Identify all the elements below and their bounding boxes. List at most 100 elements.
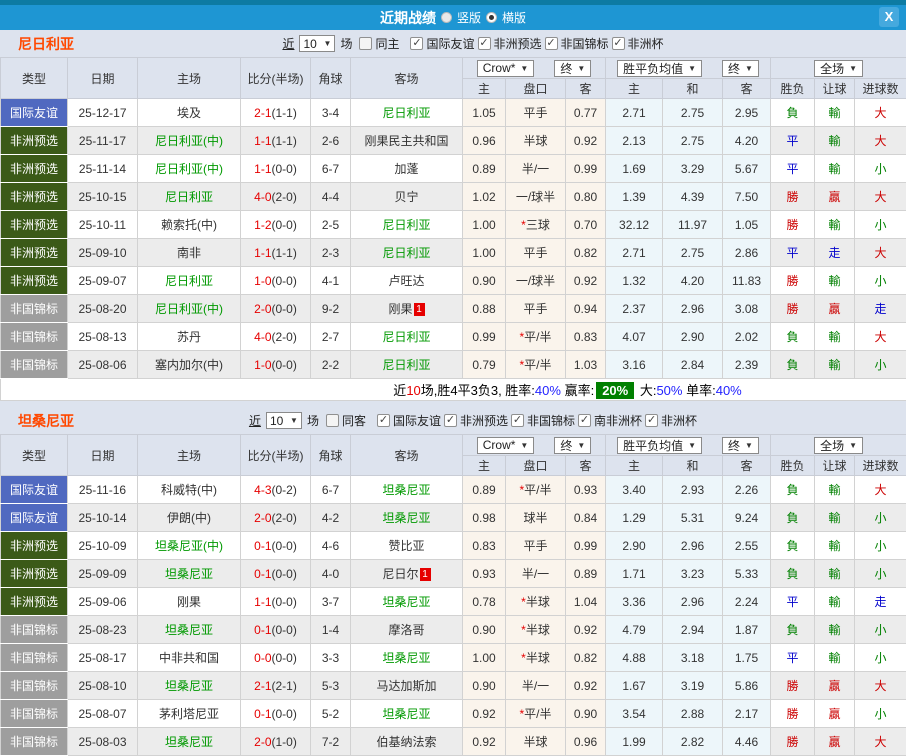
comp-label[interactable]: 非洲预选 <box>494 35 542 52</box>
near-label[interactable]: 近 <box>282 35 294 52</box>
comp-checkbox-championship[interactable] <box>511 414 524 427</box>
horizontal-layout-radio[interactable] <box>486 12 497 23</box>
comp-label[interactable]: 非洲预选 <box>460 412 508 429</box>
comp-checkbox-friendly[interactable] <box>377 414 390 427</box>
handicap-result-cell: 輸 <box>815 504 855 532</box>
half-time-score: (0-0) <box>272 358 297 372</box>
avg-select[interactable]: 胜平负均值▼ <box>617 60 702 77</box>
odds-time-select[interactable]: 终▼ <box>554 437 591 454</box>
avg-away-odds: 2.95 <box>723 99 771 127</box>
competition-type-badge: 非洲预选 <box>1 588 68 616</box>
corner-score: 4-0 <box>311 560 351 588</box>
matches-table-nigeria: 类型 日期 主场 比分(半场) 角球 客场 Crow*▼ 终▼ 胜平负均值▼ 终… <box>0 57 906 401</box>
goals-result-cell: 大 <box>855 127 906 155</box>
horizontal-layout-label[interactable]: 横版 <box>502 9 526 26</box>
handicap-value: 半球 <box>523 134 547 148</box>
away-team-name: 坦桑尼亚 <box>382 511 430 525</box>
sub-header-away-odds: 客 <box>566 456 606 476</box>
match-date: 25-08-03 <box>68 728 138 756</box>
away-team-name: 卢旺达 <box>388 274 424 288</box>
home-team-name: 坦桑尼亚 <box>165 735 213 749</box>
match-row: 非国锦标25-08-20尼日利亚(中)2-0(0-0)9-2刚果10.88平手0… <box>1 295 906 323</box>
col-header-date: 日期 <box>68 58 138 99</box>
comp-checkbox-championship[interactable] <box>545 37 558 50</box>
away-team-name: 贝宁 <box>394 190 418 204</box>
half-time-score: (2-0) <box>272 190 297 204</box>
away-team-cell: 赞比亚 <box>351 532 463 560</box>
close-icon[interactable]: X <box>879 7 899 27</box>
comp-checkbox-qualifier[interactable] <box>444 414 457 427</box>
home-team-name: 南非 <box>177 246 201 260</box>
result-cell: 勝 <box>771 267 815 295</box>
half-time-score: (0-0) <box>272 651 297 665</box>
comp-label[interactable]: 非洲杯 <box>661 412 697 429</box>
comp-checkbox-south-afcon[interactable] <box>578 414 591 427</box>
away-team-name: 加蓬 <box>394 162 418 176</box>
summary-text: 近 <box>393 383 406 398</box>
match-date: 25-10-15 <box>68 183 138 211</box>
period-select[interactable]: 全场▼ <box>814 437 863 454</box>
vertical-layout-label[interactable]: 竖版 <box>457 9 481 26</box>
corner-score: 3-7 <box>311 588 351 616</box>
handicap-value: 平手 <box>523 106 547 120</box>
full-time-score: 4-3 <box>254 483 271 497</box>
comp-label[interactable]: 非洲杯 <box>628 35 664 52</box>
avg-draw-odds: 11.97 <box>663 211 723 239</box>
avg-away-odds: 2.02 <box>723 323 771 351</box>
comp-checkbox-qualifier[interactable] <box>478 37 491 50</box>
home-team-cell: 尼日利亚(中) <box>138 295 241 323</box>
near-label[interactable]: 近 <box>249 412 261 429</box>
handicap-result-cell: 輸 <box>815 267 855 295</box>
away-team-cell: 加蓬 <box>351 155 463 183</box>
competition-type-badge: 非国锦标 <box>1 728 68 756</box>
bookmaker-select[interactable]: Crow*▼ <box>477 60 535 77</box>
half-time-score: (0-0) <box>272 162 297 176</box>
goals-result-cell: 大 <box>855 183 906 211</box>
comp-label[interactable]: 南非洲杯 <box>594 412 642 429</box>
match-row: 非洲预选25-10-15尼日利亚4-0(2-0)4-4贝宁1.02一/球半0.8… <box>1 183 906 211</box>
away-odds: 0.89 <box>566 560 606 588</box>
away-odds: 0.84 <box>566 504 606 532</box>
avg-draw-odds: 3.29 <box>663 155 723 183</box>
comp-checkbox-afcon[interactable] <box>612 37 625 50</box>
avg-time-select[interactable]: 终▼ <box>722 437 759 454</box>
comp-label[interactable]: 国际友谊 <box>426 35 474 52</box>
goals-result-cell: 小 <box>855 211 906 239</box>
goals-result-cell: 大 <box>855 99 906 127</box>
avg-home-odds: 1.69 <box>606 155 663 183</box>
avg-select[interactable]: 胜平负均值▼ <box>617 437 702 454</box>
chevron-down-icon: ▼ <box>520 64 528 73</box>
result-cell: 勝 <box>771 183 815 211</box>
away-odds: 1.03 <box>566 351 606 379</box>
same-home-label[interactable]: 同主 <box>375 35 399 52</box>
avg-time-select[interactable]: 终▼ <box>722 60 759 77</box>
sub-header-result: 胜负 <box>771 79 815 99</box>
team-name-title: 尼日利亚 <box>18 34 74 54</box>
match-count-select[interactable]: 10▼ <box>299 35 335 52</box>
half-time-score: (0-0) <box>272 707 297 721</box>
goals-result-cell: 大 <box>855 239 906 267</box>
away-odds: 0.82 <box>566 644 606 672</box>
comp-checkbox-friendly[interactable] <box>410 37 423 50</box>
match-date: 25-08-07 <box>68 700 138 728</box>
same-away-label[interactable]: 同客 <box>342 412 366 429</box>
sub-header-avg-draw: 和 <box>663 79 723 99</box>
avg-draw-odds: 3.23 <box>663 560 723 588</box>
corner-score: 5-2 <box>311 700 351 728</box>
comp-label[interactable]: 非国锦标 <box>527 412 575 429</box>
comp-checkbox-afcon[interactable] <box>645 414 658 427</box>
odds-time-select[interactable]: 终▼ <box>554 60 591 77</box>
comp-label[interactable]: 国际友谊 <box>393 412 441 429</box>
col-header-score: 比分(半场) <box>241 58 311 99</box>
same-home-checkbox[interactable] <box>359 37 372 50</box>
vertical-layout-radio[interactable] <box>441 12 452 23</box>
handicap-value: 平/半 <box>524 483 551 497</box>
same-away-checkbox[interactable] <box>326 414 339 427</box>
handicap-cell: 平手 <box>506 532 566 560</box>
period-select[interactable]: 全场▼ <box>814 60 863 77</box>
comp-label[interactable]: 非国锦标 <box>561 35 609 52</box>
bookmaker-select[interactable]: Crow*▼ <box>477 437 535 454</box>
away-team-cell: 尼日利亚 <box>351 239 463 267</box>
odds-time-value: 终 <box>560 60 572 77</box>
match-count-select[interactable]: 10▼ <box>266 412 302 429</box>
